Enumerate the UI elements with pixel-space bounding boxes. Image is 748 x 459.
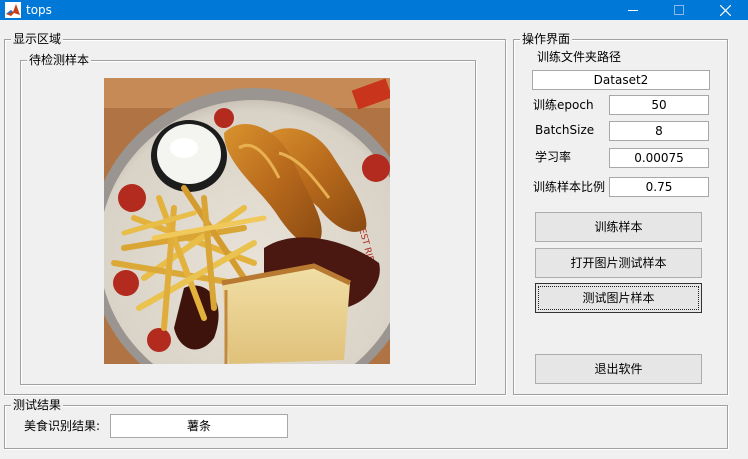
minimize-icon: [628, 10, 638, 11]
sample-image: BEST RIBS: [104, 78, 390, 364]
matlab-icon: [5, 2, 21, 18]
food-photo-icon: BEST RIBS: [104, 78, 390, 364]
sample-panel-legend: 待检测样本: [27, 53, 92, 67]
open-image-button[interactable]: 打开图片测试样本: [535, 248, 702, 278]
epoch-input[interactable]: [609, 95, 709, 115]
test-image-button[interactable]: 测试图片样本: [535, 283, 702, 313]
train-ratio-input[interactable]: [609, 177, 709, 197]
path-label: 训练文件夹路径: [537, 50, 622, 64]
learning-rate-label: 学习率: [535, 150, 572, 164]
train-ratio-label: 训练样本比例: [533, 180, 606, 194]
operation-panel-legend: 操作界面: [520, 32, 573, 46]
batchsize-label: BatchSize: [535, 123, 595, 137]
exit-button[interactable]: 退出软件: [535, 354, 702, 384]
close-button[interactable]: [702, 0, 748, 20]
maximize-button[interactable]: [656, 0, 702, 20]
train-button[interactable]: 训练样本: [535, 212, 702, 242]
learning-rate-input[interactable]: [609, 148, 709, 168]
window-title: tops: [26, 3, 52, 17]
result-output: 薯条: [110, 414, 288, 438]
minimize-button[interactable]: [610, 0, 656, 20]
title-bar[interactable]: tops: [0, 0, 748, 20]
display-area-legend: 显示区域: [11, 32, 64, 46]
maximize-icon: [674, 5, 684, 15]
path-input[interactable]: [532, 70, 710, 90]
result-panel-legend: 测试结果: [11, 398, 64, 412]
batchsize-input[interactable]: [609, 121, 709, 141]
result-label: 美食识别结果:: [24, 419, 101, 433]
close-icon: [719, 4, 731, 16]
epoch-label: 训练epoch: [533, 98, 594, 112]
